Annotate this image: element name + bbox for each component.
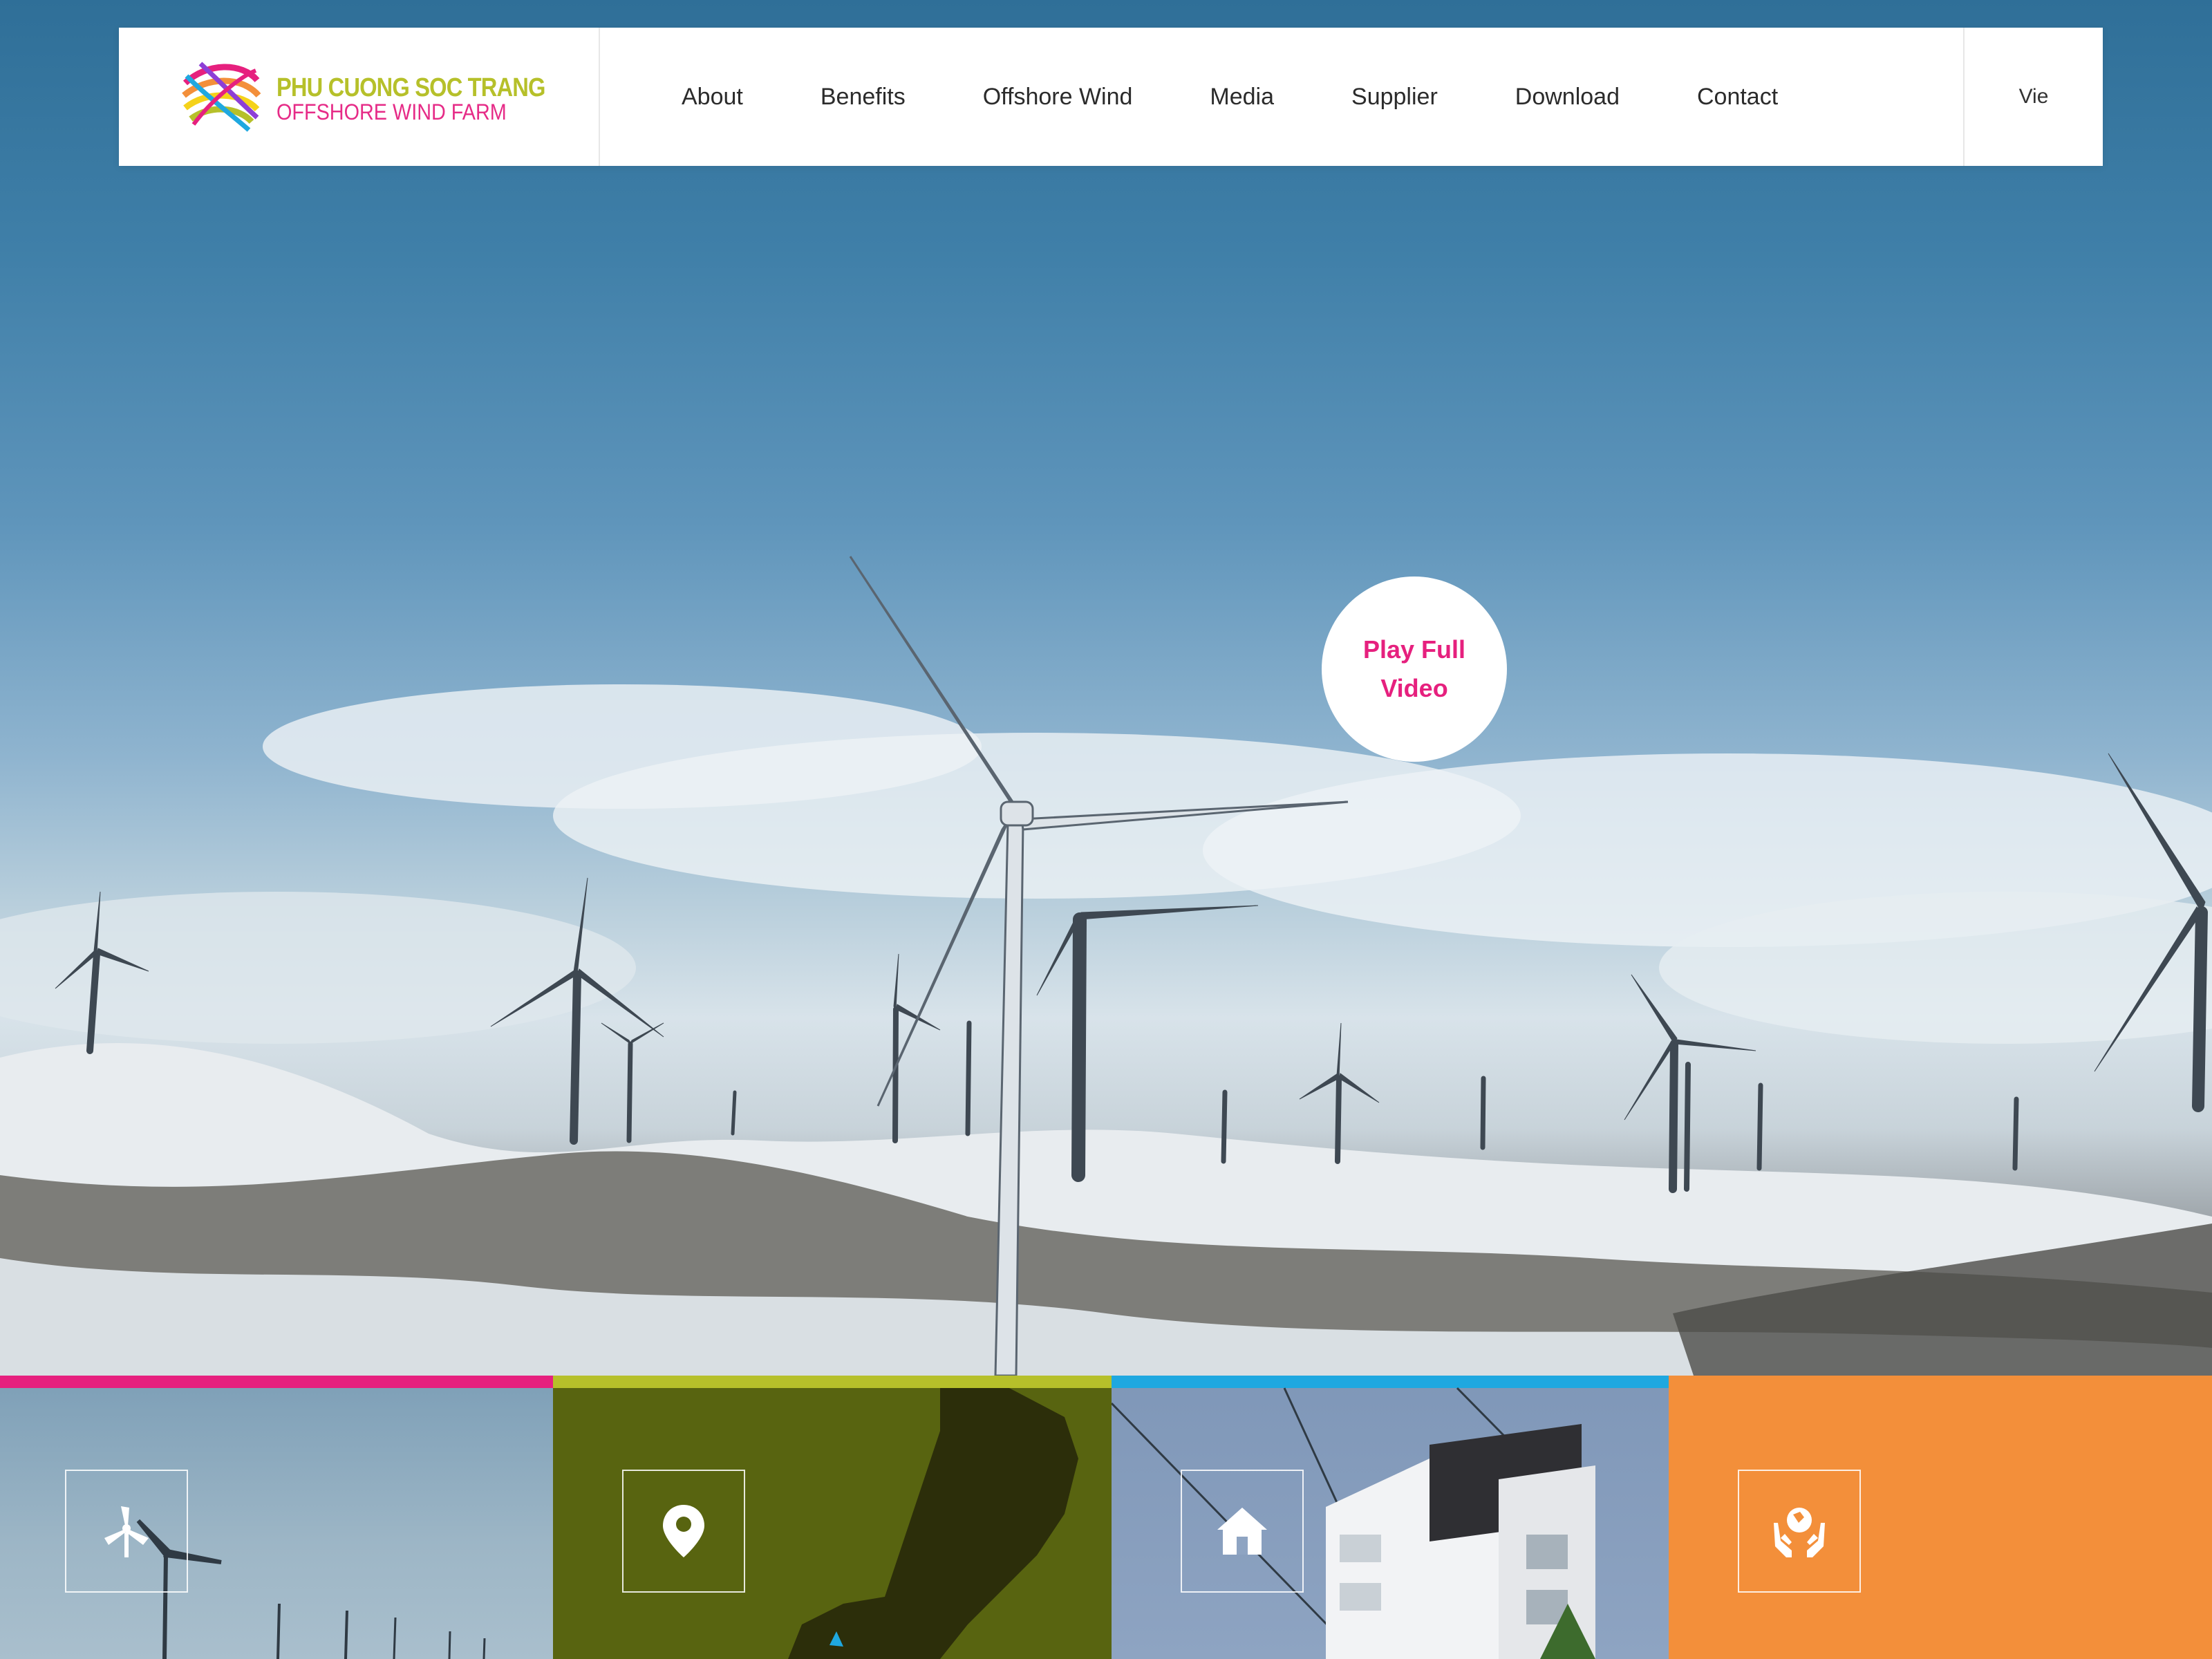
language-switch[interactable]: Vie (1963, 28, 2103, 166)
feature-tiles (0, 1376, 2212, 1659)
tile-support[interactable] (1669, 1376, 2212, 1659)
main-nav: About Benefits Offshore Wind Media Suppl… (600, 28, 1963, 166)
nav-supplier[interactable]: Supplier (1351, 84, 1438, 111)
map-pin-icon (622, 1470, 745, 1593)
hands-globe-icon (1738, 1470, 1861, 1593)
play-video-label: Play Full Video (1362, 635, 1466, 702)
nav-download[interactable]: Download (1515, 84, 1620, 111)
brand-tagline: OFFSHORE WIND FARM (276, 100, 507, 124)
nav-contact[interactable]: Contact (1697, 84, 1778, 111)
house-icon (1181, 1470, 1304, 1593)
nav-about[interactable]: About (682, 84, 743, 111)
logo[interactable]: PHU CUONG SOC TRANG OFFSHORE WIND FARM (119, 28, 600, 166)
tile-community[interactable] (1112, 1376, 1669, 1659)
wind-farm-background (0, 556, 2212, 1376)
brand-name: PHU CUONG SOC TRANG (276, 73, 545, 102)
wind-turbine-icon (65, 1470, 188, 1593)
globe-logo-icon (182, 58, 261, 135)
play-video-button[interactable]: Play Full Video (1322, 577, 1507, 762)
tile-location[interactable] (553, 1376, 1112, 1659)
tile-wind[interactable] (0, 1376, 553, 1659)
site-header: PHU CUONG SOC TRANG OFFSHORE WIND FARM A… (119, 28, 2103, 166)
nav-offshore-wind[interactable]: Offshore Wind (983, 84, 1133, 111)
tile-bar (1669, 1376, 2212, 1388)
nav-benefits[interactable]: Benefits (821, 84, 906, 111)
hero-banner (0, 0, 2212, 1376)
nav-media[interactable]: Media (1210, 84, 1274, 111)
